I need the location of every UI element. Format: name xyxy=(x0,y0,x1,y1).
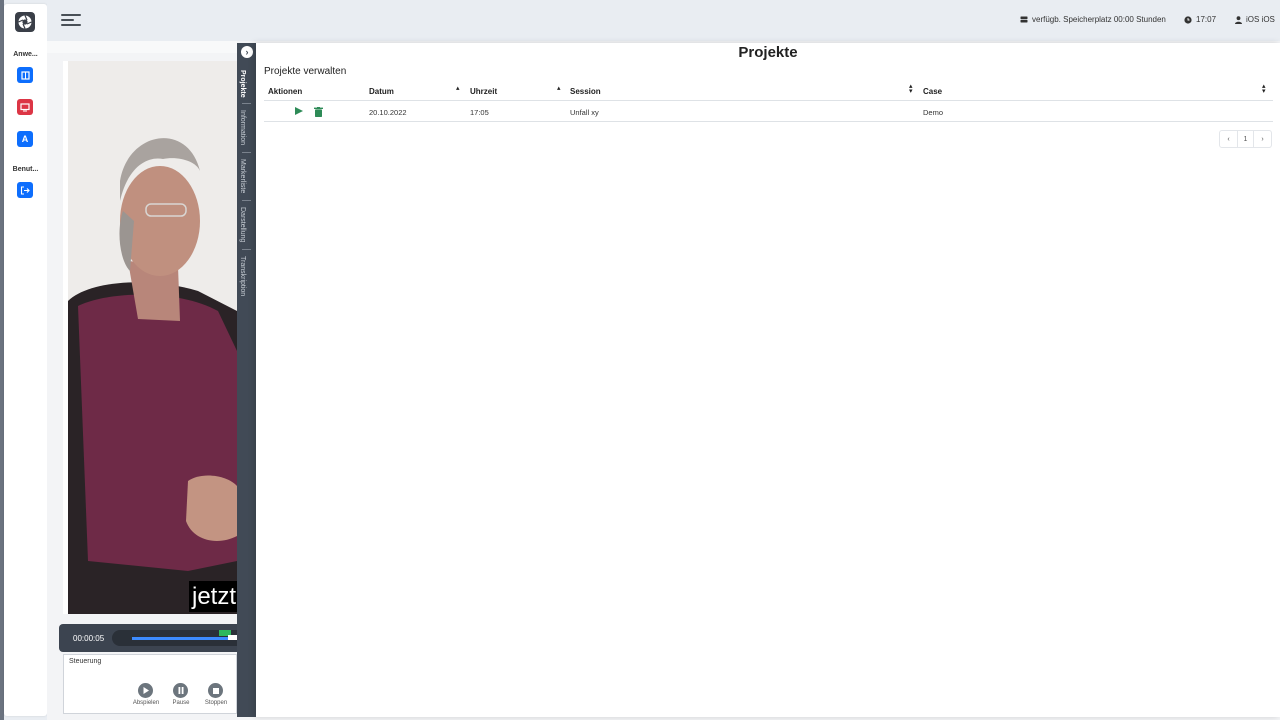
user-icon xyxy=(1235,15,1242,24)
chevron-left-icon[interactable]: ‹ xyxy=(1220,131,1237,147)
timecode: 00:00:05 xyxy=(73,634,105,643)
play-project-icon[interactable] xyxy=(295,107,303,115)
controls-title: Steuerung xyxy=(69,658,102,665)
book-icon[interactable] xyxy=(17,67,33,83)
column-header-session[interactable]: Session xyxy=(570,87,601,96)
column-header-uhrzeit[interactable]: Uhrzeit xyxy=(470,87,497,96)
sort-both-icon[interactable]: ▴ ▾ xyxy=(1262,83,1266,95)
play-icon xyxy=(143,687,149,694)
tab-divider xyxy=(242,103,251,104)
clock-info: 17:07 xyxy=(1184,15,1216,24)
stop-button[interactable] xyxy=(208,683,223,698)
tab-projekte[interactable]: Projekte xyxy=(239,70,246,98)
sidebar-section-anwendungen: Anwe... xyxy=(13,51,38,58)
table-row-divider xyxy=(264,121,1273,122)
column-header-case[interactable]: Case xyxy=(923,87,942,96)
page-title: Projekte xyxy=(738,44,798,61)
column-header-datum[interactable]: Datum xyxy=(369,87,394,96)
video-player[interactable] xyxy=(68,61,237,614)
storage-icon xyxy=(1020,16,1028,23)
user-info[interactable]: iOS iOS xyxy=(1235,15,1275,24)
clock-time: 17:07 xyxy=(1196,15,1217,24)
tab-divider xyxy=(242,200,251,201)
stop-label: Stoppen xyxy=(204,700,228,706)
tab-transkription[interactable]: Transkription xyxy=(239,256,246,296)
column-header-aktionen: Aktionen xyxy=(268,87,303,96)
panel-subtitle: Projekte verwalten xyxy=(264,66,347,77)
cell-uhrzeit: 17:05 xyxy=(470,108,489,117)
user-name: iOS iOS xyxy=(1246,15,1275,24)
progress-fill xyxy=(132,637,228,640)
storage-text: verfügb. Speicherplatz 00:00 Stunden xyxy=(1032,15,1166,24)
clock-icon xyxy=(1184,15,1192,24)
table-header-divider xyxy=(264,100,1273,101)
progress-thumb[interactable] xyxy=(228,635,237,640)
sort-asc-icon[interactable]: ▴ xyxy=(557,84,561,92)
tab-divider xyxy=(242,152,251,153)
tab-markerliste[interactable]: Markerliste xyxy=(239,159,246,193)
pause-label: Pause xyxy=(172,700,190,706)
cell-session: Unfall xy xyxy=(570,108,599,117)
trash-icon[interactable] xyxy=(314,107,323,117)
video-person-image xyxy=(68,61,237,614)
chevron-right-icon[interactable]: › xyxy=(241,46,253,58)
sidebar-section-benutzer: Benut... xyxy=(12,166,39,173)
logout-icon[interactable] xyxy=(17,182,33,198)
aperture-icon[interactable] xyxy=(15,12,35,32)
tab-divider xyxy=(242,249,251,250)
hamburger-menu-icon[interactable] xyxy=(61,14,81,27)
tab-information[interactable]: Information xyxy=(239,110,246,145)
sort-both-icon[interactable]: ▴ ▾ xyxy=(909,83,913,95)
chevron-right-icon[interactable]: › xyxy=(1254,131,1271,147)
pagination: ‹ 1 › xyxy=(1219,130,1272,148)
stop-icon xyxy=(212,687,219,694)
play-button[interactable] xyxy=(138,683,153,698)
workspace-strip xyxy=(47,41,237,53)
sort-asc-icon[interactable]: ▴ xyxy=(456,84,460,92)
pause-button[interactable] xyxy=(173,683,188,698)
tab-darstellung[interactable]: Darstellung xyxy=(239,207,246,242)
text-a-icon[interactable]: A xyxy=(17,131,33,147)
cell-case: Demo xyxy=(923,108,944,117)
video-subtitle: jetzt xyxy=(189,581,237,612)
projects-panel xyxy=(256,43,1280,717)
storage-info: verfügb. Speicherplatz 00:00 Stunden xyxy=(1020,15,1166,24)
page-number[interactable]: 1 xyxy=(1237,131,1254,147)
pause-icon xyxy=(178,687,183,694)
monitor-icon[interactable] xyxy=(17,99,33,115)
play-label: Abspielen xyxy=(132,700,160,706)
cell-datum: 20.10.2022 xyxy=(369,108,407,117)
top-bar: verfügb. Speicherplatz 00:00 Stunden 17:… xyxy=(47,0,1280,41)
